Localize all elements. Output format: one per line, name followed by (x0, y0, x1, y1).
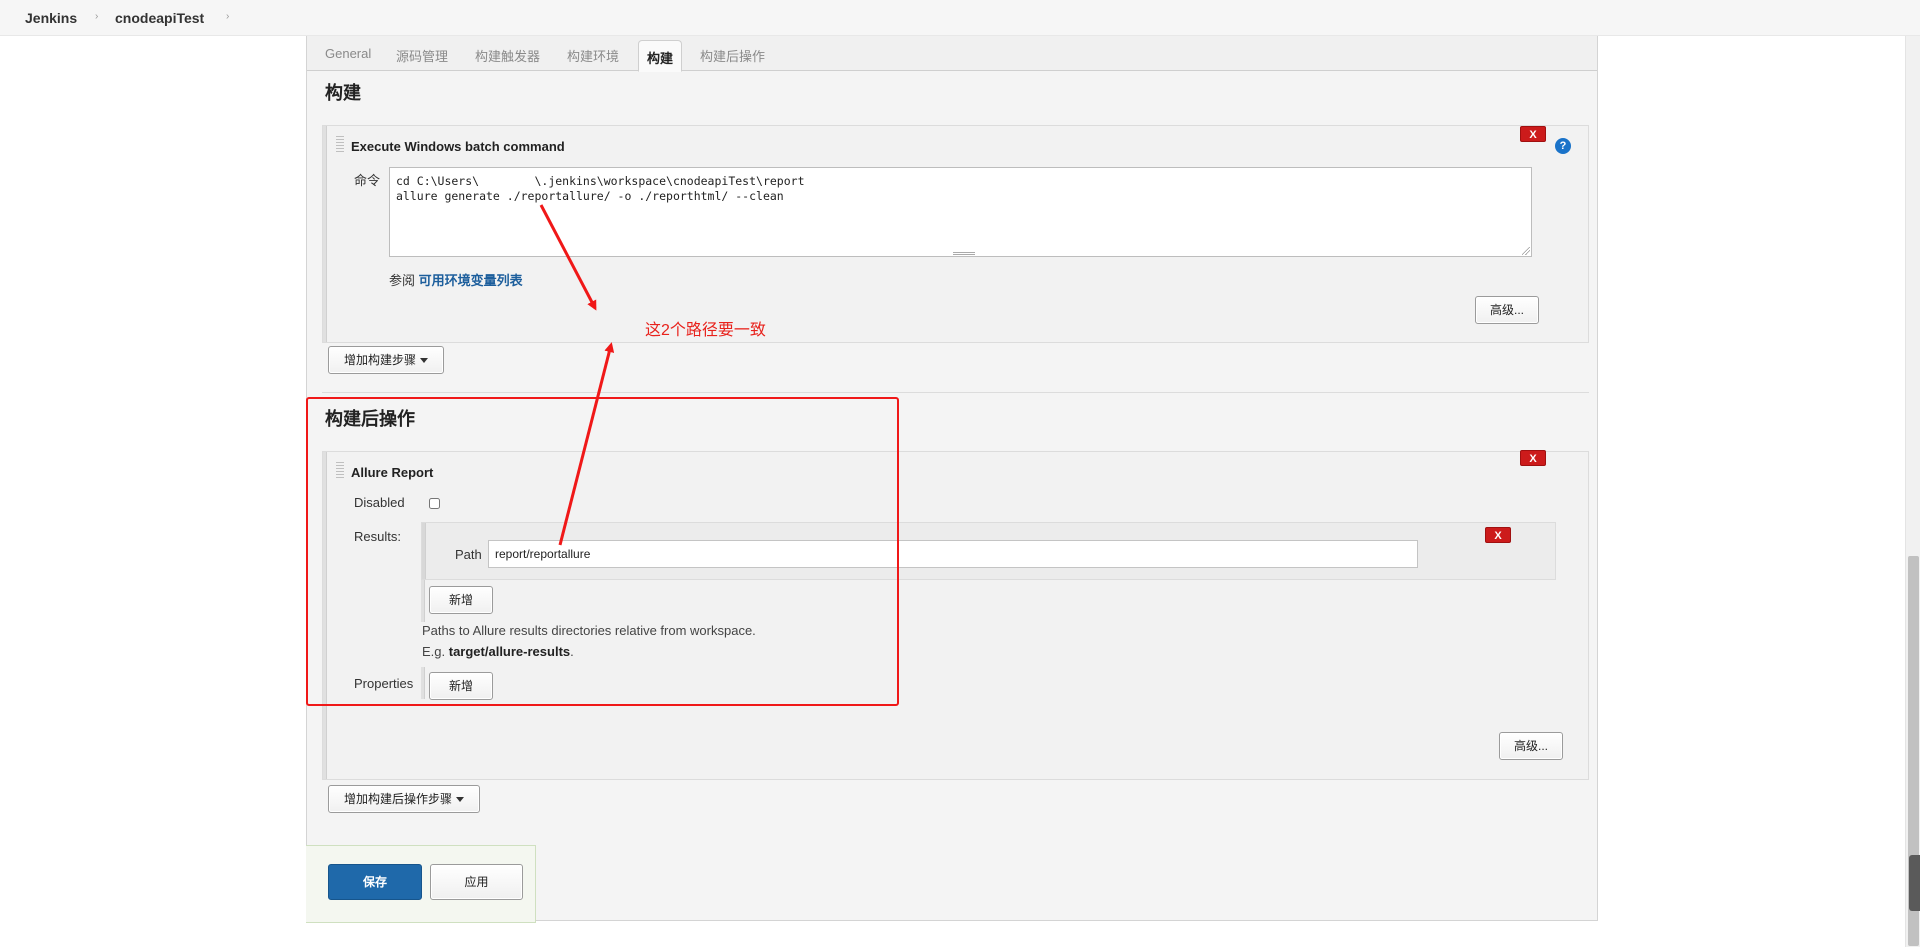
hint-suffix: . (570, 644, 574, 659)
breadcrumb-jenkins[interactable]: Jenkins (25, 10, 77, 26)
drag-handle-icon[interactable] (336, 136, 344, 152)
add-property-button[interactable]: 新增 (429, 672, 493, 700)
results-label: Results: (354, 529, 401, 544)
tab-build-env[interactable]: 构建环境 (567, 46, 619, 65)
results-hint: Paths to Allure results directories rela… (422, 623, 756, 638)
add-post-build-step-label: 增加构建后操作步骤 (343, 792, 452, 806)
env-vars-reference: 参阅 可用环境变量列表 (389, 270, 523, 289)
results-add-bar (421, 580, 425, 622)
build-step-windows-batch: Execute Windows batch command X ? 命令 参阅 … (322, 125, 1589, 343)
build-advanced-button[interactable]: 高级... (1475, 296, 1539, 324)
env-ref-prefix: 参阅 (389, 273, 416, 288)
breadcrumb-separator[interactable]: › (95, 11, 98, 22)
section-divider (322, 392, 1589, 393)
hint-example: target/allure-results (448, 644, 571, 659)
breadcrumb: Jenkins › cnodeapiTest › (0, 0, 1920, 36)
page-scrollbar[interactable] (1905, 36, 1920, 947)
breadcrumb-separator[interactable]: › (226, 11, 229, 22)
add-build-step-button[interactable]: 增加构建步骤 (328, 346, 444, 374)
breadcrumb-job[interactable]: cnodeapiTest (115, 10, 204, 26)
post-build-step-allure: Allure Report X Disabled Results: Path X… (322, 450, 1589, 780)
help-icon[interactable]: ? (1555, 138, 1571, 154)
save-button[interactable]: 保存 (328, 864, 422, 900)
hint-prefix: E.g. (422, 644, 449, 659)
step-drag-bar[interactable] (323, 452, 327, 779)
path-input[interactable] (488, 540, 1418, 568)
path-label: Path (455, 547, 482, 562)
config-tabbar: General 源码管理 构建触发器 构建环境 构建 构建后操作 (307, 36, 1597, 72)
properties-bar (421, 667, 425, 699)
post-build-section-title: 构建后操作 (325, 409, 415, 429)
add-build-step-label: 增加构建步骤 (343, 353, 416, 367)
command-textarea[interactable] (389, 167, 1532, 257)
properties-label: Properties (354, 676, 414, 691)
tab-general[interactable]: General (325, 46, 371, 61)
side-widget-icon[interactable] (1909, 855, 1920, 911)
textarea-resize-handle[interactable] (953, 252, 975, 255)
tab-post-build[interactable]: 构建后操作 (700, 46, 765, 65)
apply-button[interactable]: 应用 (430, 864, 523, 900)
env-vars-link[interactable]: 可用环境变量列表 (419, 273, 523, 288)
results-path-block: Path X (421, 522, 1556, 580)
config-panel: General 源码管理 构建触发器 构建环境 构建 构建后操作 构建 Exec… (306, 36, 1598, 921)
tab-triggers[interactable]: 构建触发器 (475, 46, 540, 65)
tab-build[interactable]: 构建 (638, 40, 683, 72)
allure-step-title: Allure Report (351, 465, 434, 480)
delete-path-button[interactable]: X (1485, 527, 1511, 543)
step-drag-bar[interactable] (323, 126, 327, 342)
annotation-text: 这2个路径要一致 (645, 322, 766, 339)
delete-step-button[interactable]: X (1520, 126, 1546, 142)
results-block-bar (422, 523, 426, 579)
jenkins-config-page: Jenkins › cnodeapiTest › General 源码管理 构建… (0, 0, 1920, 947)
add-result-path-button[interactable]: 新增 (429, 586, 493, 614)
disabled-checkbox[interactable] (429, 498, 440, 509)
tab-scm[interactable]: 源码管理 (396, 46, 448, 65)
delete-allure-step-button[interactable]: X (1520, 450, 1546, 466)
disabled-label: Disabled (354, 495, 405, 510)
drag-handle-icon[interactable] (336, 462, 344, 478)
caret-down-icon (420, 358, 428, 364)
resize-corner-icon[interactable] (1522, 247, 1530, 255)
build-section-title: 构建 (325, 83, 361, 103)
results-example-hint: E.g. target/allure-results. (422, 644, 574, 659)
add-post-build-step-button[interactable]: 增加构建后操作步骤 (328, 785, 480, 813)
caret-down-icon (456, 797, 464, 803)
build-step-title: Execute Windows batch command (351, 139, 565, 154)
command-label: 命令 (354, 173, 381, 188)
allure-advanced-button[interactable]: 高级... (1499, 732, 1563, 760)
